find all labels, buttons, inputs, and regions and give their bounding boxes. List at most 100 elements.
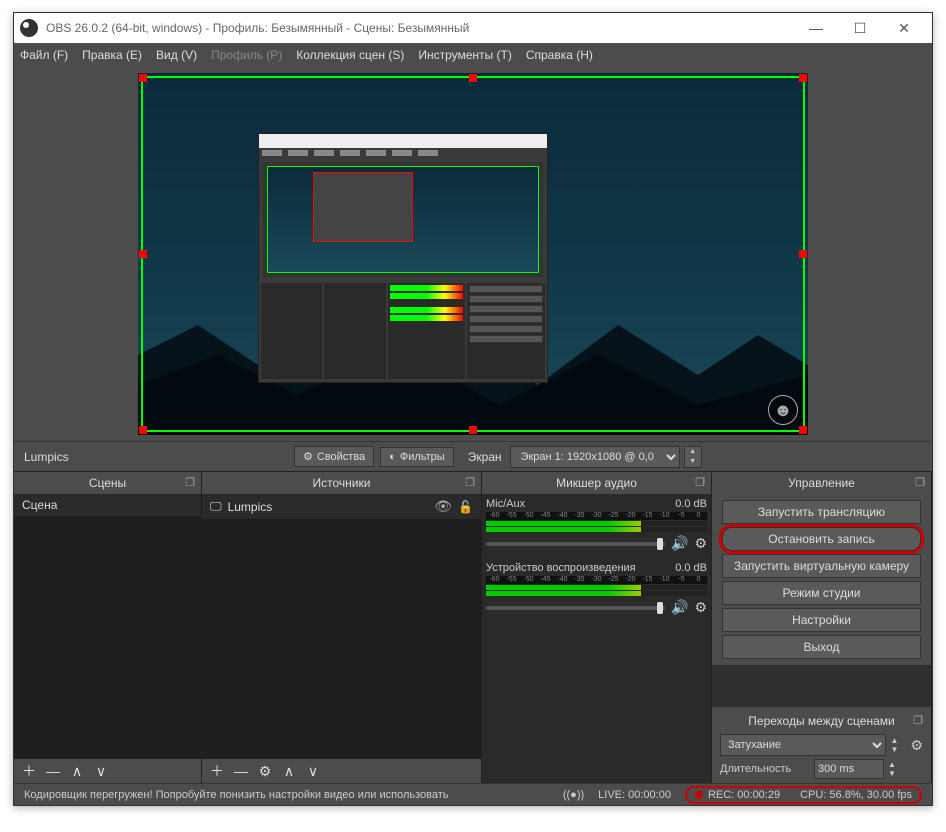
mixer-channel: Устройство воспроизведения 0.0 dB -60-55… [486,562,707,616]
mixer-channel-level: 0.0 dB [675,562,707,574]
volume-slider[interactable] [486,542,665,546]
properties-button[interactable]: ⚙ Свойства [294,446,374,467]
scene-item-label: Сцена [22,498,57,512]
menubar: Файл (F) Правка (E) Вид (V) Профиль (P) … [14,43,932,67]
meter-scale: -60-55-50-45-40-35-30-25-20-15-10-50 [486,512,707,520]
statusbar: Кодировщик перегружен! Попробуйте понизи… [14,783,932,805]
resize-handle[interactable] [799,250,807,258]
speaker-icon[interactable]: 🔊 [671,535,688,552]
menu-scene-collection[interactable]: Коллекция сцен (S) [296,48,404,62]
visibility-icon[interactable]: 👁 [434,498,452,515]
mixer-channel-level: 0.0 dB [675,498,707,510]
remove-scene-button[interactable]: — [44,763,62,779]
menu-view[interactable]: Вид (V) [156,48,197,62]
studio-mode-button[interactable]: Режим студии [722,581,921,605]
speaker-icon[interactable]: 🔊 [671,599,688,616]
source-settings-button[interactable]: ⚙ [256,763,274,780]
duration-input[interactable] [814,759,884,779]
resize-handle[interactable] [139,74,147,82]
add-source-button[interactable]: ＋ [208,761,226,781]
rec-cpu-highlight: REC: 00:00:29 CPU: 56.8%, 30.00 fps [685,786,922,804]
start-stream-button[interactable]: Запустить трансляцию [722,500,921,524]
resize-handle[interactable] [139,250,147,258]
audio-meter [486,521,707,526]
popout-icon[interactable]: ❐ [913,475,927,489]
menu-tools[interactable]: Инструменты (T) [418,48,511,62]
transition-select[interactable]: Затухание [720,734,886,756]
audio-meter [486,591,707,596]
resize-handle[interactable] [799,426,807,434]
live-status: LIVE: 00:00:00 [598,789,671,801]
lock-icon[interactable]: 🔓 [458,500,473,514]
stop-record-button[interactable]: Остановить запись [722,527,921,551]
start-vcam-button[interactable]: Запустить виртуальную камеру [722,554,921,578]
transitions-title: Переходы между сценами [748,714,894,728]
popout-icon[interactable]: ❐ [183,475,197,489]
popout-icon[interactable]: ❐ [463,475,477,489]
scenes-list[interactable]: Сцена [14,494,201,759]
gear-icon[interactable]: ⚙ [910,737,923,754]
maximize-button[interactable]: ☐ [838,13,882,43]
controls-panel: Управление ❐ Запустить трансляцию Остано… [712,472,932,783]
settings-button[interactable]: Настройки [722,608,921,632]
menu-profile[interactable]: Профиль (P) [211,48,282,62]
transitions-header: Переходы между сценами ❐ [720,711,923,731]
mixer-title: Микшер аудио [556,476,637,490]
exit-button[interactable]: Выход [722,635,921,659]
volume-slider[interactable] [486,606,665,610]
monitor-icon: 🖵 [210,499,222,514]
selection-border[interactable] [141,76,805,432]
source-down-button[interactable]: ∨ [304,763,322,780]
screen-select[interactable]: Экран 1: 1920x1080 @ 0,0 [510,446,680,468]
add-scene-button[interactable]: ＋ [20,761,38,781]
audio-meter [486,585,707,590]
controls-header: Управление ❐ [712,472,931,494]
scene-item[interactable]: Сцена [14,494,201,516]
resize-handle[interactable] [139,426,147,434]
filters-button[interactable]: ◐ Фильтры [380,447,454,467]
scenes-title: Сцены [89,476,126,490]
mixer-body: Mic/Aux 0.0 dB -60-55-50-45-40-35-30-25-… [482,494,711,783]
gear-icon[interactable]: ⚙ [694,599,707,616]
properties-label: Свойства [317,451,365,463]
titlebar: OBS 26.0.2 (64-bit, windows) - Профиль: … [14,13,932,43]
sources-list[interactable]: 🖵 Lumpics 👁 🔓 [202,494,481,759]
minimize-button[interactable]: — [794,13,838,43]
obs-logo-icon [20,19,38,37]
filters-label: Фильтры [400,451,445,463]
duration-spinner[interactable]: ▲▼ [888,760,904,778]
close-button[interactable]: ✕ [882,13,926,43]
transitions-section: Переходы между сценами ❐ Затухание ▲▼ ⚙ … [712,707,931,783]
scene-up-button[interactable]: ∧ [68,763,86,780]
filters-icon: ◐ [389,451,396,463]
scene-down-button[interactable]: ∨ [92,763,110,780]
resize-handle[interactable] [469,74,477,82]
scenes-header: Сцены ❐ [14,472,201,494]
controls-body: Запустить трансляцию Остановить запись З… [712,494,931,665]
preview-canvas[interactable]: ☻ [138,73,808,435]
popout-icon[interactable]: ❐ [913,714,923,727]
meter-scale: -60-55-50-45-40-35-30-25-20-15-10-50 [486,576,707,584]
remove-source-button[interactable]: — [232,763,250,779]
selected-source-label: Lumpics [24,450,294,464]
docks-row: Сцены ❐ Сцена ＋ — ∧ ∨ Источники ❐ [14,471,932,783]
resize-handle[interactable] [799,74,807,82]
transition-spinner[interactable]: ▲▼ [890,736,906,754]
window-title: OBS 26.0.2 (64-bit, windows) - Профиль: … [46,21,794,35]
menu-edit[interactable]: Правка (E) [82,48,142,62]
sources-title: Источники [313,476,371,490]
menu-file[interactable]: Файл (F) [20,48,68,62]
source-up-button[interactable]: ∧ [280,763,298,780]
record-dot-icon [695,791,703,799]
preview-area: ☻ [14,67,932,441]
mixer-header: Микшер аудио ❐ [482,472,711,494]
obs-window: OBS 26.0.2 (64-bit, windows) - Профиль: … [13,12,933,806]
popout-icon[interactable]: ❐ [693,475,707,489]
source-item[interactable]: 🖵 Lumpics 👁 🔓 [202,494,481,519]
cpu-status: CPU: 56.8%, 30.00 fps [800,789,912,801]
source-toolbar: Lumpics ⚙ Свойства ◐ Фильтры Экран Экран… [14,441,932,471]
resize-handle[interactable] [469,426,477,434]
gear-icon[interactable]: ⚙ [694,535,707,552]
menu-help[interactable]: Справка (H) [526,48,593,62]
screen-spinner[interactable]: ▲▼ [684,446,702,468]
